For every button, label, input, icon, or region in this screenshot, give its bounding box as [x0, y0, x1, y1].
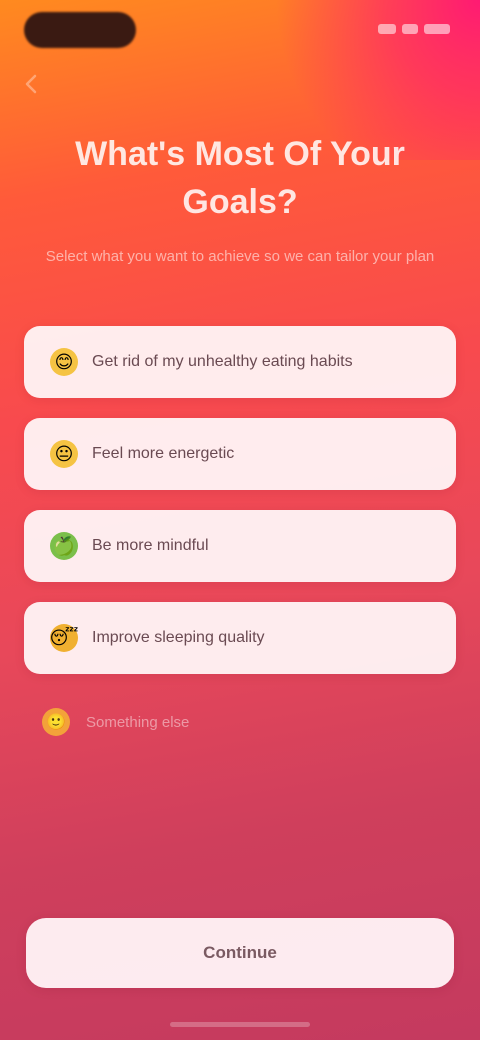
apple-emoji-icon: 🍏 [50, 532, 78, 560]
goal-option-other-label: Something else [86, 713, 190, 731]
signal-icon [378, 24, 396, 34]
goal-option-energetic[interactable]: 😐 Feel more energetic [24, 418, 456, 490]
goal-option-unhealthy-eating[interactable]: 😊 Get rid of my unhealthy eating habits [24, 326, 456, 398]
goal-options-list: 😊 Get rid of my unhealthy eating habits … [24, 326, 456, 694]
goal-option-label: Be more mindful [92, 537, 209, 554]
status-bar: 9:41 [0, 0, 480, 60]
smile-emoji-icon: 😊 [50, 348, 78, 376]
page-subtitle: Select what you want to achieve so we ca… [45, 248, 435, 265]
continue-button[interactable]: Continue [26, 918, 454, 988]
sleeping-face-emoji-icon: 😴 [50, 624, 78, 652]
wifi-icon [402, 24, 418, 34]
page-title: What's Most Of Your Goals? [75, 135, 405, 221]
status-time: 9:41 [24, 12, 136, 48]
slight-smile-emoji-icon: 🙂 [42, 708, 70, 736]
goal-option-mindful[interactable]: 🍏 Be more mindful [24, 510, 456, 582]
goal-option-label: Feel more energetic [92, 445, 235, 462]
status-icons [378, 22, 450, 36]
goal-option-label: Improve sleeping quality [92, 629, 265, 646]
battery-icon [424, 24, 450, 34]
home-indicator [170, 1022, 310, 1027]
goal-option-sleep[interactable]: 😴 Improve sleeping quality [24, 602, 456, 674]
goal-option-label: Get rid of my unhealthy eating habits [92, 353, 353, 370]
back-arrow-icon[interactable] [20, 72, 44, 96]
goal-option-other[interactable]: 🙂 Something else [42, 708, 189, 736]
neutral-face-emoji-icon: 😐 [50, 440, 78, 468]
